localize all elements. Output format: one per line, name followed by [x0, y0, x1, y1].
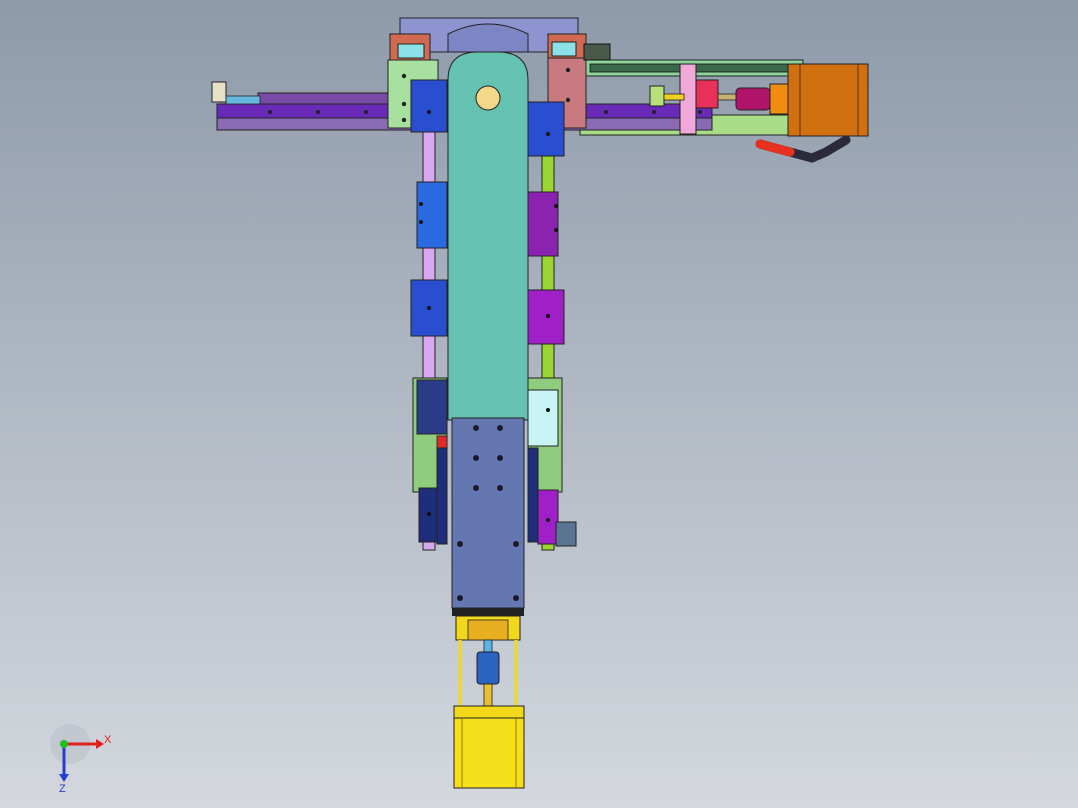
left-red-tab	[436, 435, 448, 449]
x-magenta-block	[695, 79, 719, 109]
lower-mount-plate[interactable]	[451, 417, 525, 616]
x-coupling	[735, 87, 771, 111]
arm-pivot-hole	[475, 85, 501, 111]
left-block-4	[416, 379, 448, 435]
x-shaft	[717, 93, 739, 101]
z-motor-flange	[453, 705, 525, 719]
right-block-1	[527, 101, 565, 157]
left-rail-cap	[397, 43, 425, 59]
right-sensor	[555, 521, 577, 547]
z-shaft-top	[483, 639, 493, 653]
right-rail-cap	[551, 41, 577, 57]
right-block-4	[527, 389, 559, 447]
z-frame-window	[467, 619, 509, 641]
left-block-1	[410, 79, 448, 133]
z-coupling	[476, 651, 500, 685]
x-green-mount	[649, 85, 665, 107]
x-rail-end-stop	[211, 81, 227, 103]
right-purple-block	[537, 489, 559, 545]
cad-viewport[interactable]: X Z	[0, 0, 1078, 808]
right-block-3	[527, 289, 565, 345]
x-motor-flange	[769, 83, 789, 115]
left-strip	[436, 447, 448, 545]
x-rail-end-block	[225, 95, 261, 105]
plate-bottom-edge	[452, 608, 524, 616]
right-dark-strip	[527, 447, 539, 543]
triad-origin	[60, 740, 68, 748]
slate-plate	[451, 417, 525, 609]
central-arm[interactable]	[447, 51, 529, 421]
x-axis-label: X	[104, 734, 112, 746]
z-axis-label: Z	[59, 783, 66, 795]
sensor-black-box	[583, 43, 611, 61]
x-rail-upper	[257, 92, 399, 106]
left-block-2	[416, 181, 448, 249]
right-block-2	[527, 191, 559, 257]
z-motor-body	[453, 717, 525, 789]
x-yellow-shaft	[663, 93, 685, 101]
z-shaft-bottom	[483, 683, 493, 707]
